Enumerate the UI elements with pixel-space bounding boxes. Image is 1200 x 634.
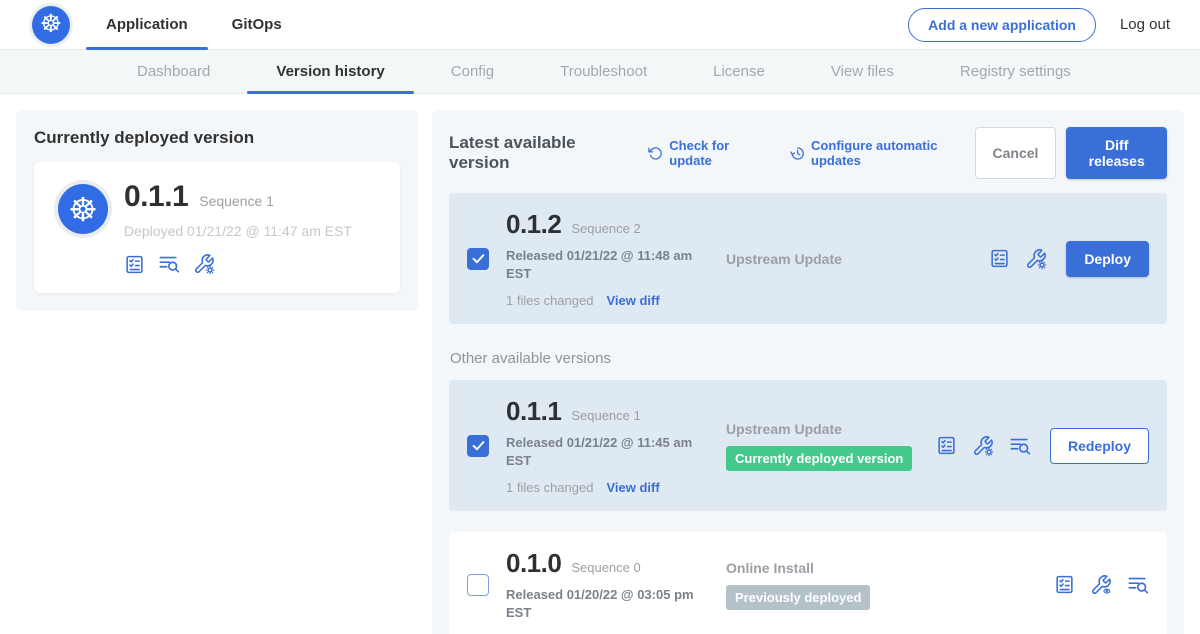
- currently-deployed-panel: Currently deployed version ☸ 0.1.1 Seque…: [16, 110, 418, 311]
- files-changed-label: 1 files changed: [506, 480, 593, 495]
- version-card-0-1-0: 0.1.0 Sequence 0 Released 01/20/22 @ 03:…: [449, 532, 1167, 634]
- files-changed-label: 1 files changed: [506, 293, 593, 308]
- view-diff-link[interactable]: View diff: [606, 293, 659, 308]
- config-gear-icon[interactable]: [193, 253, 215, 275]
- configure-automatic-updates-link[interactable]: Configure automatic updates: [790, 138, 975, 168]
- check-for-update-link[interactable]: Check for update: [648, 138, 766, 168]
- cancel-button[interactable]: Cancel: [975, 127, 1057, 179]
- kubernetes-app-icon: ☸: [58, 184, 108, 234]
- main-content: Currently deployed version ☸ 0.1.1 Seque…: [0, 94, 1200, 634]
- available-versions-panel: Latest available version Check for updat…: [432, 110, 1184, 634]
- logout-button[interactable]: Log out: [1120, 16, 1170, 33]
- version-source-label: Online Install: [726, 560, 1054, 576]
- sequence-label: Sequence 2: [571, 221, 640, 236]
- tab-application-label: Application: [106, 16, 188, 33]
- preflight-checklist-icon[interactable]: [1054, 574, 1075, 595]
- sequence-label: Sequence 0: [571, 560, 640, 575]
- version-0-1-1-checkbox[interactable]: [467, 435, 489, 457]
- released-timestamp: Released 01/20/22 @ 03:05 pm EST: [506, 586, 702, 621]
- version-card-0-1-2: 0.1.2 Sequence 2 Released 01/21/22 @ 11:…: [449, 193, 1167, 324]
- tab-gitops-label: GitOps: [232, 16, 282, 33]
- tab-application[interactable]: Application: [84, 0, 210, 49]
- sub-nav: Dashboard Version history Config Trouble…: [0, 50, 1200, 94]
- deploy-logs-icon[interactable]: [1009, 435, 1031, 457]
- tab-version-history[interactable]: Version history: [243, 50, 417, 93]
- preflight-checklist-icon[interactable]: [989, 248, 1010, 269]
- kubernetes-logo-icon: ☸: [32, 6, 70, 44]
- configure-automatic-updates-label: Configure automatic updates: [811, 138, 974, 168]
- preflight-checklist-icon[interactable]: [124, 254, 145, 275]
- version-source-label: Upstream Update: [726, 251, 989, 267]
- tab-dashboard[interactable]: Dashboard: [104, 50, 243, 93]
- deployed-sequence-label: Sequence 1: [199, 193, 274, 209]
- currently-deployed-badge: Currently deployed version: [726, 446, 912, 471]
- deploy-button[interactable]: Deploy: [1066, 241, 1149, 277]
- deploy-logs-icon[interactable]: [1127, 574, 1149, 596]
- version-0-1-0-checkbox[interactable]: [467, 574, 489, 596]
- deployed-timestamp: Deployed 01/21/22 @ 11:47 am EST: [124, 223, 352, 239]
- preflight-checklist-icon[interactable]: [936, 435, 957, 456]
- version-source-label: Upstream Update: [726, 421, 936, 437]
- deployed-version-card: ☸ 0.1.1 Sequence 1 Deployed 01/21/22 @ 1…: [34, 162, 400, 293]
- other-available-versions-title: Other available versions: [450, 350, 1167, 367]
- schedule-update-icon: [790, 145, 805, 162]
- check-for-update-label: Check for update: [669, 138, 765, 168]
- redeploy-button[interactable]: Redeploy: [1050, 428, 1149, 464]
- version-number: 0.1.0: [506, 548, 561, 579]
- released-timestamp: Released 01/21/22 @ 11:48 am EST: [506, 247, 702, 282]
- tab-license[interactable]: License: [680, 50, 798, 93]
- refresh-icon: [648, 145, 663, 162]
- checkmark-icon: [471, 251, 486, 266]
- released-timestamp: Released 01/21/22 @ 11:45 am EST: [506, 434, 702, 469]
- previously-deployed-badge: Previously deployed: [726, 585, 870, 610]
- diff-releases-button[interactable]: Diff releases: [1066, 127, 1167, 179]
- tab-troubleshoot[interactable]: Troubleshoot: [527, 50, 680, 93]
- config-view-icon[interactable]: [1090, 574, 1112, 596]
- config-gear-icon[interactable]: [1025, 248, 1047, 270]
- version-0-1-2-checkbox[interactable]: [467, 248, 489, 270]
- top-nav: ☸ Application GitOps Add a new applicati…: [0, 0, 1200, 50]
- add-new-application-button[interactable]: Add a new application: [908, 8, 1096, 42]
- config-gear-icon[interactable]: [972, 435, 994, 457]
- checkmark-icon: [471, 438, 486, 453]
- tab-view-files[interactable]: View files: [798, 50, 927, 93]
- version-number: 0.1.2: [506, 209, 561, 240]
- sequence-label: Sequence 1: [571, 408, 640, 423]
- tab-registry-settings[interactable]: Registry settings: [927, 50, 1104, 93]
- tab-gitops[interactable]: GitOps: [210, 0, 304, 49]
- version-card-0-1-1: 0.1.1 Sequence 1 Released 01/21/22 @ 11:…: [449, 380, 1167, 511]
- latest-available-title: Latest available version: [449, 133, 624, 173]
- tab-config[interactable]: Config: [418, 50, 527, 93]
- view-diff-link[interactable]: View diff: [606, 480, 659, 495]
- version-number: 0.1.1: [506, 396, 561, 427]
- top-nav-tabs: Application GitOps: [84, 0, 304, 49]
- currently-deployed-title: Currently deployed version: [34, 128, 400, 148]
- deployed-version-number: 0.1.1: [124, 180, 188, 214]
- deploy-logs-icon[interactable]: [158, 253, 180, 275]
